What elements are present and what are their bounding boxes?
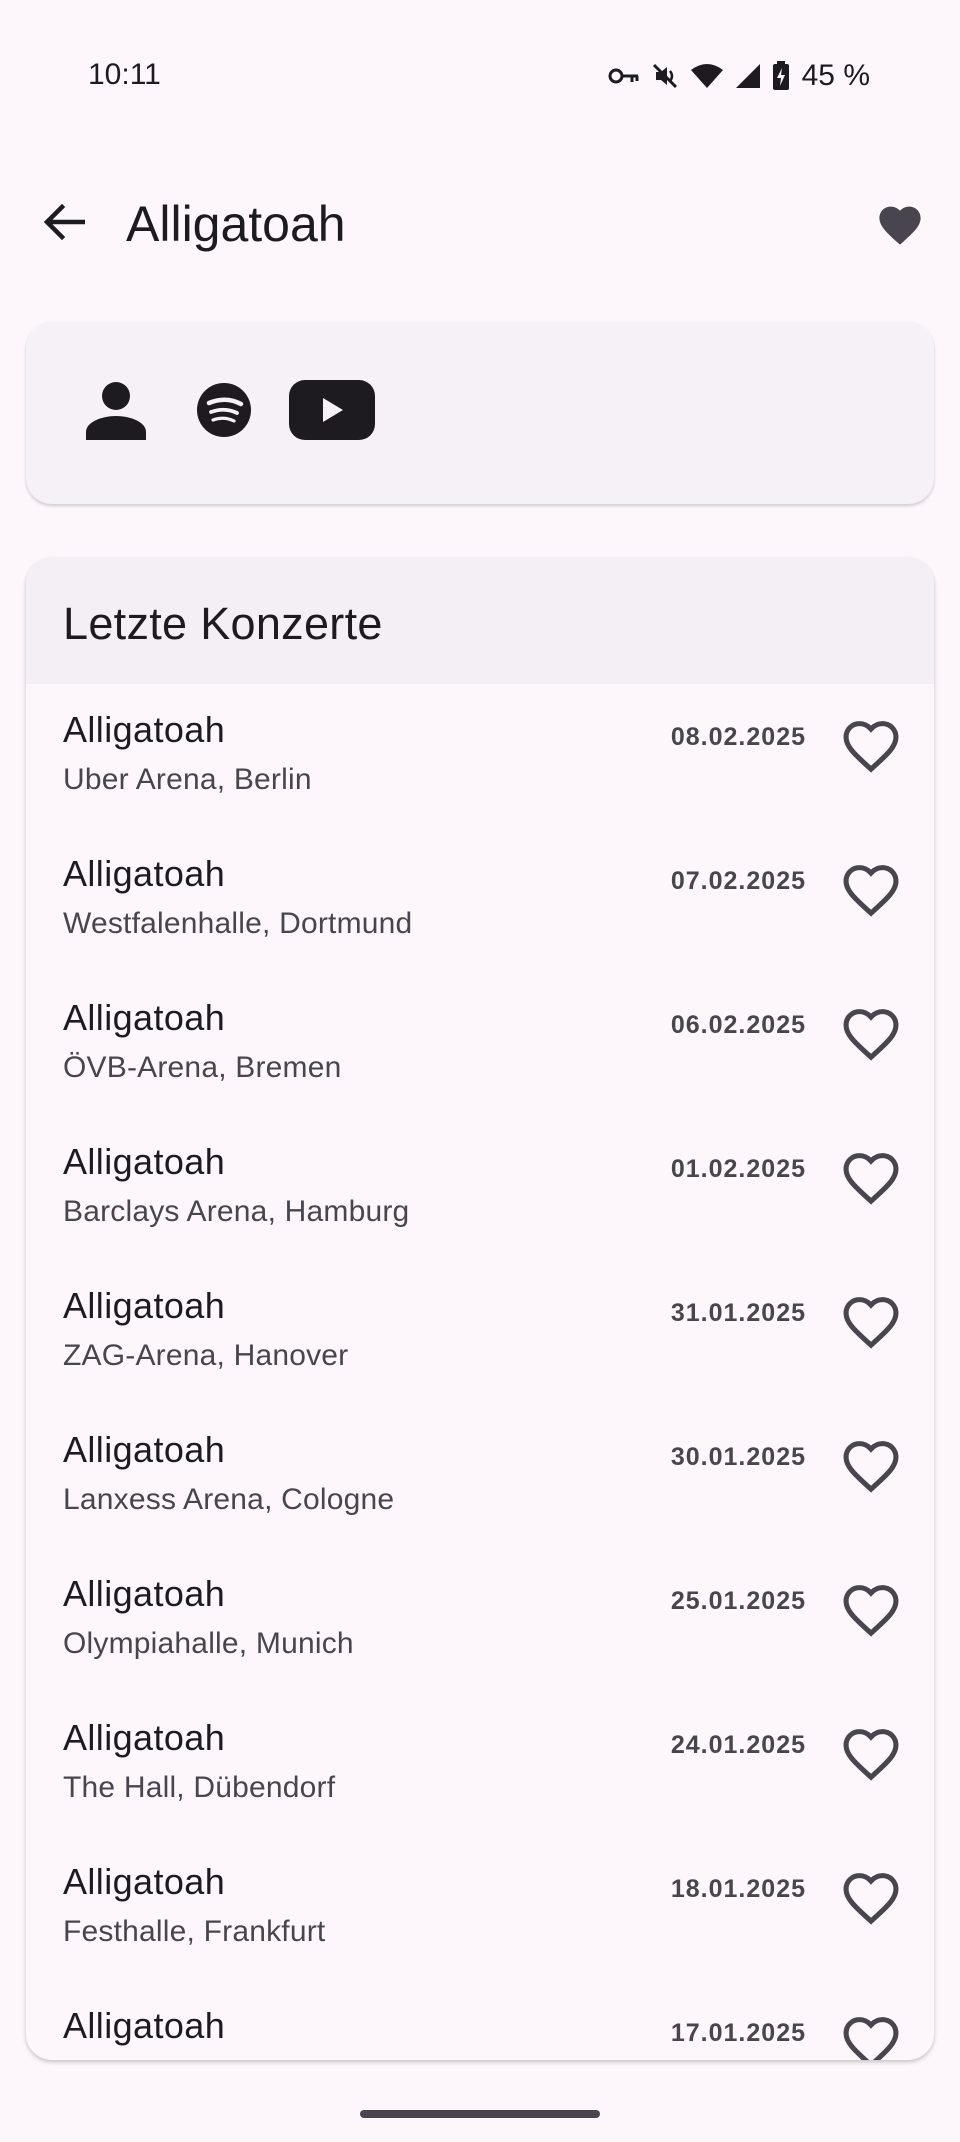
page-title: Alligatoah (126, 196, 346, 252)
concerts-title: Letzte Konzerte (63, 598, 383, 649)
concert-artist: Alligatoah (63, 997, 226, 1038)
concert-list-item[interactable]: Alligatoah Olympiahalle, Munich 25.01.20… (26, 1548, 934, 1692)
concert-artist: Alligatoah (63, 1429, 226, 1470)
artist-links-card (26, 322, 934, 504)
concert-venue: Festhalle, Frankfurt (63, 1915, 326, 1948)
screen: 10:11 45 % Alligatoah Letzte Konzerte Al… (0, 0, 960, 2142)
concert-favorite-button[interactable] (838, 1146, 904, 1212)
status-bar: 10:11 45 % (0, 0, 960, 150)
person-icon (84, 378, 148, 447)
concert-date: 06.02.2025 (670, 1011, 806, 1039)
heart-outline-icon (840, 1869, 902, 1930)
concert-list-item[interactable]: Alligatoah Uber Arena, Berlin 08.02.2025 (26, 684, 934, 828)
battery-percentage: 45 % (801, 59, 870, 92)
spotify-icon (196, 382, 252, 443)
concert-artist: Alligatoah (63, 1573, 226, 1614)
concert-list-item[interactable]: Alligatoah The Hall, Dübendorf 24.01.202… (26, 1692, 934, 1836)
concert-venue: Uber Arena, Berlin (63, 763, 312, 796)
concert-artist: Alligatoah (63, 1285, 226, 1326)
spotify-link[interactable] (194, 382, 254, 442)
favorite-artist-button[interactable] (868, 194, 932, 258)
wifi-icon (690, 62, 724, 90)
concert-list-item[interactable]: Alligatoah Lanxess Arena, Cologne 30.01.… (26, 1404, 934, 1548)
concert-artist: Alligatoah (63, 2005, 226, 2046)
concert-date: 24.01.2025 (670, 1731, 806, 1759)
concert-date: 17.01.2025 (670, 2019, 806, 2047)
concert-favorite-button[interactable] (838, 1434, 904, 1500)
arrow-back-icon (43, 203, 86, 245)
recent-concerts-card: Letzte Konzerte Alligatoah Uber Arena, B… (26, 558, 934, 2060)
back-button[interactable] (34, 194, 94, 254)
concert-venue: ÖVB-Arena, Bremen (63, 1051, 342, 1084)
heart-outline-icon (840, 861, 902, 922)
concert-date: 30.01.2025 (670, 1443, 806, 1471)
concert-list: Alligatoah Uber Arena, Berlin 08.02.2025… (26, 684, 934, 2060)
heart-filled-icon (876, 202, 924, 251)
concert-favorite-button[interactable] (838, 1290, 904, 1356)
youtube-link[interactable] (288, 379, 376, 445)
concert-artist: Alligatoah (63, 709, 226, 750)
youtube-icon (289, 379, 375, 445)
concert-artist: Alligatoah (63, 853, 226, 894)
concert-artist: Alligatoah (63, 1717, 226, 1758)
concert-list-item[interactable]: Alligatoah ÖVB-Arena, Bremen 06.02.2025 (26, 972, 934, 1116)
concert-date: 07.02.2025 (670, 867, 806, 895)
concert-date: 01.02.2025 (670, 1155, 806, 1183)
concerts-header: Letzte Konzerte (26, 558, 934, 684)
concert-venue: Lanxess Arena, Cologne (63, 1483, 395, 1516)
gesture-navigation-bar[interactable] (360, 2110, 600, 2118)
concert-list-item[interactable]: Alligatoah 17.01.2025 (26, 1980, 934, 2060)
concert-artist: Alligatoah (63, 1861, 226, 1902)
heart-outline-icon (840, 1581, 902, 1642)
status-time: 10:11 (88, 58, 161, 91)
status-icons: 45 % (608, 56, 870, 96)
concert-venue: Olympiahalle, Munich (63, 1627, 354, 1660)
vpn-key-icon (608, 66, 640, 86)
mute-icon (650, 61, 680, 91)
battery-charging-icon (772, 61, 790, 91)
heart-outline-icon (840, 2013, 902, 2060)
concert-venue: The Hall, Dübendorf (63, 1771, 336, 1804)
concert-favorite-button[interactable] (838, 2010, 904, 2060)
concert-artist: Alligatoah (63, 1141, 226, 1182)
artist-profile-link[interactable] (82, 378, 150, 446)
concert-venue: ZAG-Arena, Hanover (63, 1339, 349, 1372)
signal-icon (734, 62, 762, 90)
heart-outline-icon (840, 1005, 902, 1066)
concert-venue: Westfalenhalle, Dortmund (63, 907, 413, 940)
heart-outline-icon (840, 717, 902, 778)
concert-list-item[interactable]: Alligatoah Festhalle, Frankfurt 18.01.20… (26, 1836, 934, 1980)
concert-date: 25.01.2025 (670, 1587, 806, 1615)
concert-favorite-button[interactable] (838, 1722, 904, 1788)
concert-favorite-button[interactable] (838, 858, 904, 924)
concert-favorite-button[interactable] (838, 1002, 904, 1068)
heart-outline-icon (840, 1293, 902, 1354)
concert-date: 31.01.2025 (670, 1299, 806, 1327)
concert-favorite-button[interactable] (838, 1866, 904, 1932)
heart-outline-icon (840, 1437, 902, 1498)
concert-list-item[interactable]: Alligatoah ZAG-Arena, Hanover 31.01.2025 (26, 1260, 934, 1404)
heart-outline-icon (840, 1725, 902, 1786)
concert-date: 18.01.2025 (670, 1875, 806, 1903)
top-app-bar: Alligatoah (0, 180, 960, 268)
concert-venue: Barclays Arena, Hamburg (63, 1195, 410, 1228)
concert-favorite-button[interactable] (838, 714, 904, 780)
concert-list-item[interactable]: Alligatoah Westfalenhalle, Dortmund 07.0… (26, 828, 934, 972)
concert-list-item[interactable]: Alligatoah Barclays Arena, Hamburg 01.02… (26, 1116, 934, 1260)
concert-date: 08.02.2025 (670, 723, 806, 751)
concert-favorite-button[interactable] (838, 1578, 904, 1644)
heart-outline-icon (840, 1149, 902, 1210)
